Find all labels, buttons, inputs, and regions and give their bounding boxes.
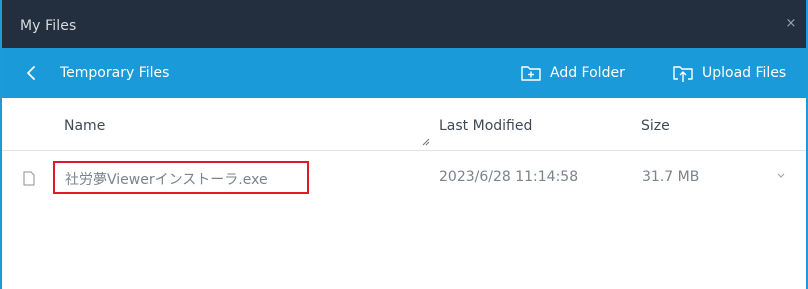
table-header: Name Last Modified Size: [2, 98, 806, 151]
chevron-down-icon[interactable]: [776, 172, 786, 180]
column-header-name[interactable]: Name: [64, 118, 105, 134]
add-folder-label: Add Folder: [550, 65, 625, 81]
title-bar: My Files ×: [2, 0, 806, 48]
window-title: My Files: [20, 18, 77, 34]
file-name[interactable]: 社労夢Viewerインストーラ.exe: [65, 169, 268, 189]
navigation-bar: Temporary Files Add Folder Upload Files: [2, 48, 806, 98]
back-button[interactable]: [24, 64, 40, 82]
column-header-last-modified[interactable]: Last Modified: [439, 118, 532, 134]
close-icon[interactable]: ×: [784, 17, 798, 31]
chevron-left-icon: [27, 66, 35, 80]
upload-icon: [673, 66, 693, 82]
file-size: 31.7 MB: [642, 169, 700, 185]
file-icon: [23, 171, 35, 186]
column-header-size[interactable]: Size: [641, 118, 670, 134]
file-last-modified: 2023/6/28 11:14:58: [439, 169, 579, 185]
file-manager-window: My Files × Temporary Files Add Folder Up…: [0, 0, 808, 289]
upload-files-label: Upload Files: [702, 65, 787, 81]
column-resize-handle-icon[interactable]: [422, 138, 430, 146]
add-folder-button[interactable]: Add Folder: [520, 62, 625, 84]
table-row[interactable]: 社労夢Viewerインストーラ.exe 2023/6/28 11:14:58 3…: [2, 152, 806, 202]
upload-files-button[interactable]: Upload Files: [672, 62, 786, 84]
add-folder-icon: [521, 66, 541, 81]
breadcrumb[interactable]: Temporary Files: [60, 65, 169, 81]
